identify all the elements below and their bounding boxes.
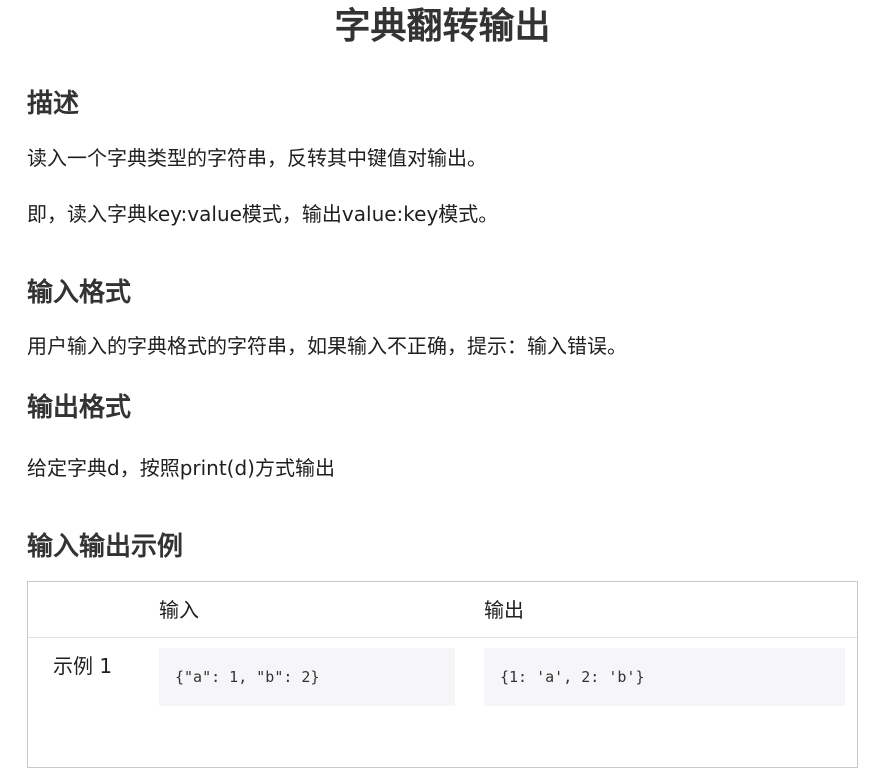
input-format-text: 用户输入的字典格式的字符串，如果输入不正确，提示：输入错误。 — [27, 334, 627, 358]
examples-table: 输入 输出 示例 1 {"a": 1, "b": 2} {1: 'a', 2: … — [27, 581, 858, 768]
example-row-label: 示例 1 — [53, 654, 113, 678]
output-format-heading: 输出格式 — [27, 393, 132, 423]
example-input-code: {"a": 1, "b": 2} — [159, 648, 455, 706]
input-format-heading: 输入格式 — [27, 278, 132, 308]
description-heading: 描述 — [27, 89, 80, 119]
input-column-header: 输入 — [159, 598, 199, 622]
output-column-header: 输出 — [484, 598, 524, 622]
description-line-2: 即，读入字典key:value模式，输出value:key模式。 — [27, 202, 499, 226]
examples-table-header: 输入 输出 — [28, 582, 857, 638]
example-output-code: {1: 'a', 2: 'b'} — [484, 648, 845, 706]
output-format-text: 给定字典d，按照print(d)方式输出 — [27, 456, 335, 480]
examples-heading: 输入输出示例 — [27, 532, 184, 562]
page-title: 字典翻转输出 — [334, 6, 551, 47]
description-line-1: 读入一个字典类型的字符串，反转其中键值对输出。 — [27, 146, 487, 170]
